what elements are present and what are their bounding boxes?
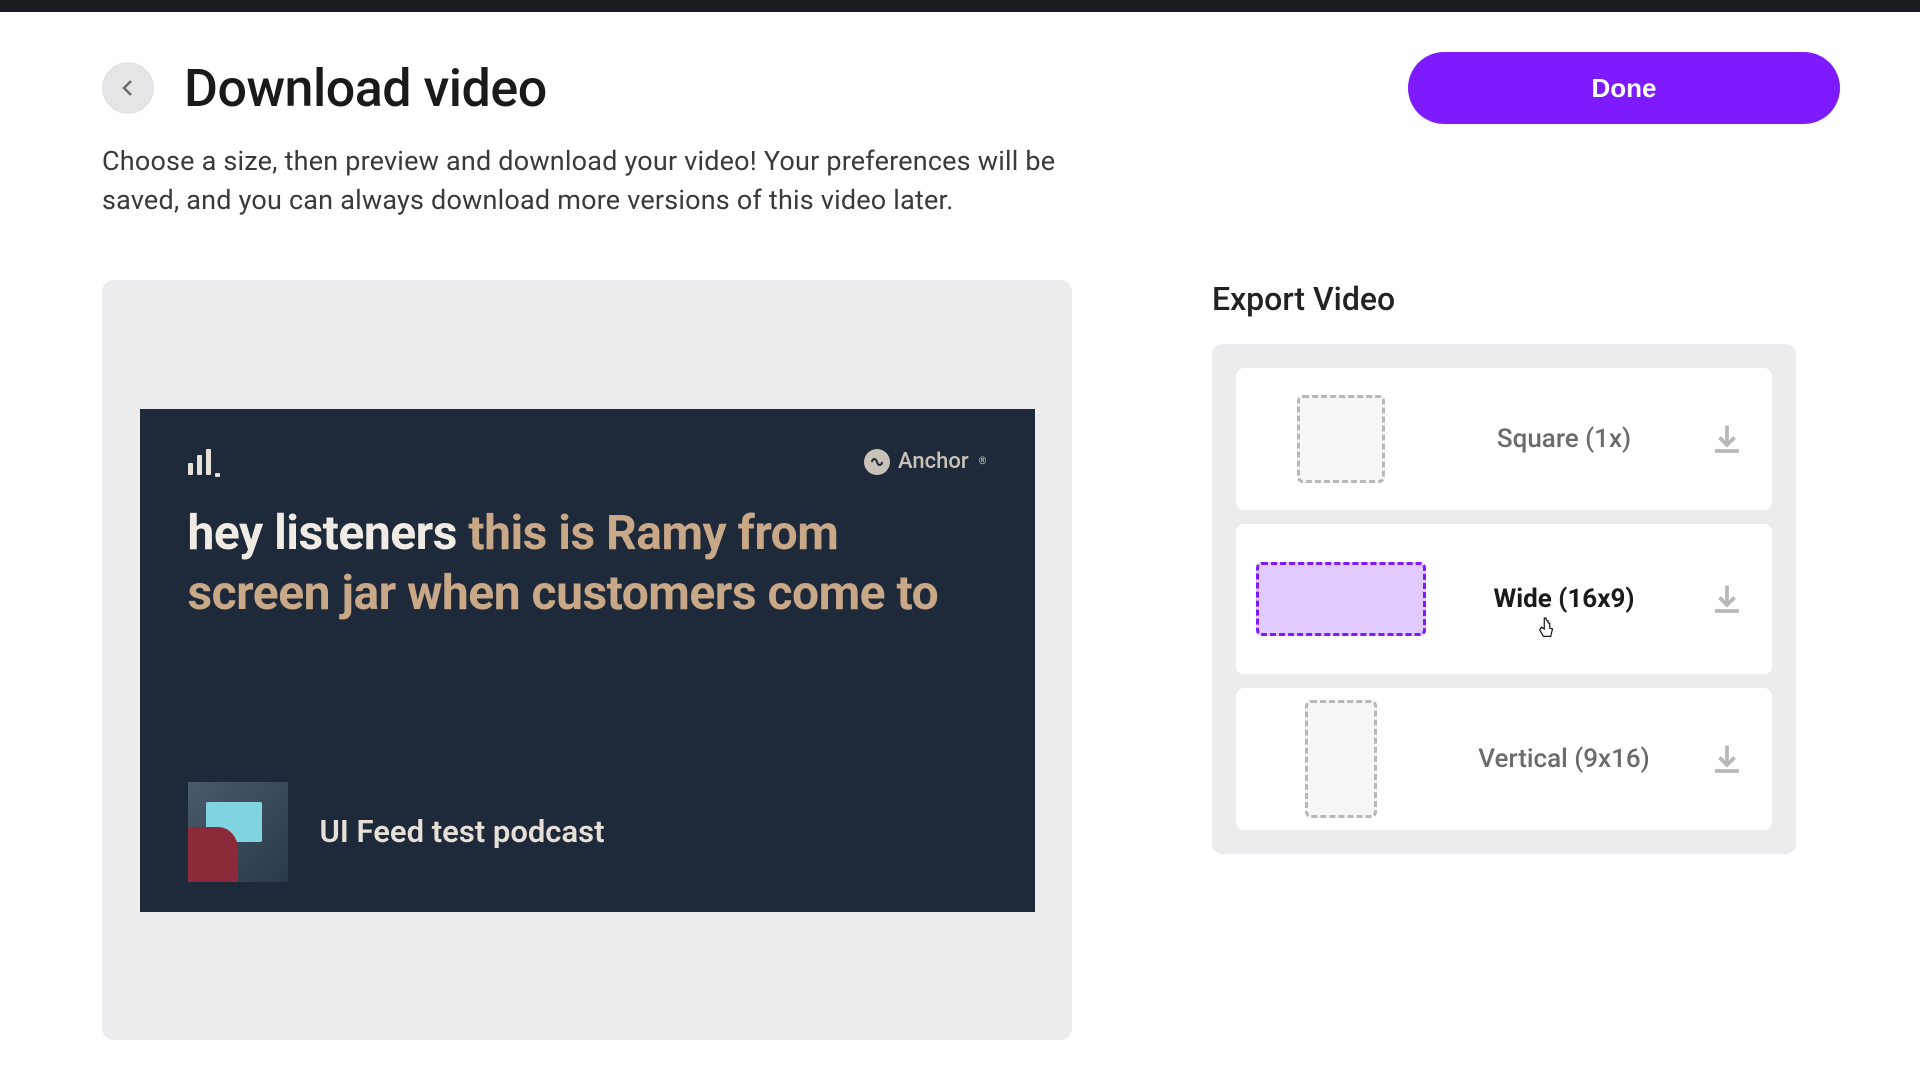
export-option-label: Square (1x) xyxy=(1446,424,1682,454)
aspect-wide-icon xyxy=(1256,562,1426,636)
export-option-square[interactable]: Square (1x) xyxy=(1236,368,1772,510)
export-heading: Export Video xyxy=(1212,280,1796,318)
podcast-info-row: UI Feed test podcast xyxy=(188,752,987,882)
page-content: Download video Done Choose a size, then … xyxy=(0,12,1920,1040)
download-icon xyxy=(1709,741,1745,777)
download-icon xyxy=(1709,421,1745,457)
transcript-spoken: hey listeners xyxy=(188,504,457,561)
aspect-vertical-icon xyxy=(1305,700,1377,818)
download-button-vertical[interactable] xyxy=(1682,741,1772,777)
download-button-square[interactable] xyxy=(1682,421,1772,457)
anchor-brand: Anchor® xyxy=(864,449,987,475)
aspect-square-icon xyxy=(1297,395,1385,483)
back-button[interactable] xyxy=(102,62,154,114)
anchor-logo-icon xyxy=(864,449,890,475)
export-option-label: Wide (16x9) xyxy=(1446,584,1682,614)
transcript-text: hey listeners this is Ramy from screen j… xyxy=(188,503,987,623)
cursor-pointer-icon xyxy=(1536,616,1558,642)
podcast-thumbnail xyxy=(188,782,288,882)
download-icon xyxy=(1709,581,1745,617)
export-option-label: Vertical (9x16) xyxy=(1446,744,1682,774)
title-group: Download video xyxy=(102,58,547,119)
page-title: Download video xyxy=(184,58,547,119)
anchor-brand-label: Anchor xyxy=(898,449,969,474)
video-frame[interactable]: Anchor® hey listeners this is Ramy from … xyxy=(140,409,1035,912)
export-options-box: Square (1x) Wide (16x9) xyxy=(1212,344,1796,854)
podcast-name: UI Feed test podcast xyxy=(320,813,605,850)
content-row: Anchor® hey listeners this is Ramy from … xyxy=(102,280,1840,1040)
page-description: Choose a size, then preview and download… xyxy=(102,142,1062,220)
arrow-left-icon xyxy=(116,76,140,100)
audio-wave-icon xyxy=(188,449,220,475)
window-top-bar xyxy=(0,0,1920,12)
header-row: Download video Done xyxy=(102,52,1840,124)
done-button[interactable]: Done xyxy=(1408,52,1840,124)
export-option-wide[interactable]: Wide (16x9) xyxy=(1236,524,1772,674)
export-column: Export Video Square (1x) xyxy=(1212,280,1796,1040)
video-top-row: Anchor® xyxy=(188,449,987,475)
export-option-vertical[interactable]: Vertical (9x16) xyxy=(1236,688,1772,830)
video-preview-panel: Anchor® hey listeners this is Ramy from … xyxy=(102,280,1072,1040)
download-button-wide[interactable] xyxy=(1682,581,1772,617)
